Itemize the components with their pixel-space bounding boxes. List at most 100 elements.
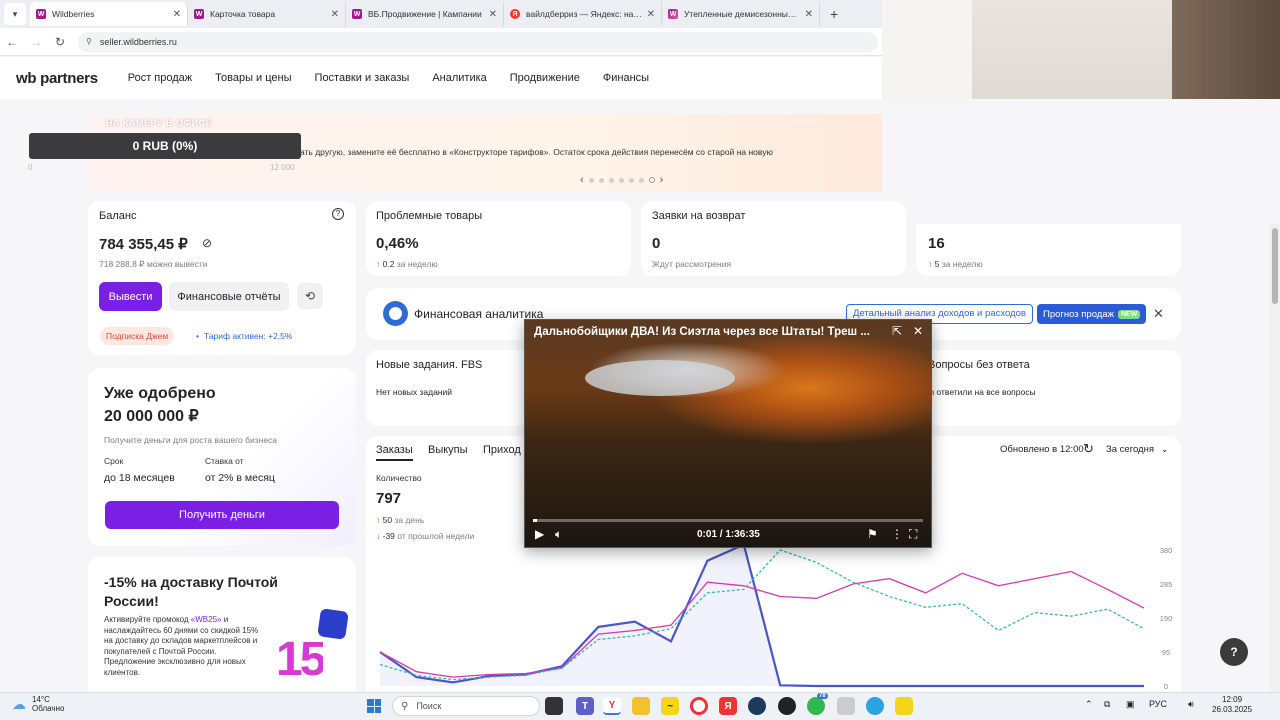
browser-tab[interactable]: W ВБ.Продвижение | Кампании ✕ <box>346 2 504 26</box>
play-icon[interactable]: ▶ <box>535 527 544 541</box>
subscription-badge[interactable]: Подписка Джем <box>100 327 175 345</box>
tariff-status[interactable]: • Тариф активен: +2,5% <box>190 327 298 345</box>
whatsapp-icon[interactable]: 78 <box>807 693 828 715</box>
volume-tray-icon[interactable]: 🔊︎ <box>1188 699 1194 710</box>
weather-widget[interactable]: ☁ 14°C Облачно <box>12 695 64 713</box>
help-button[interactable]: ? <box>1220 638 1248 666</box>
app-icon[interactable] <box>778 697 796 715</box>
tray-chevron-icon[interactable]: ⌃ <box>1085 699 1093 710</box>
withdraw-button[interactable]: Вывести <box>99 282 162 311</box>
browser-tab[interactable]: W Утепленные демисезонные кр ✕ <box>662 2 820 26</box>
day-delta: ↑ 50 за день <box>376 515 424 525</box>
scrollbar-thumb[interactable] <box>1272 228 1278 304</box>
new-tab-plus-icon[interactable]: + <box>830 6 838 22</box>
help-circle-icon[interactable]: ? <box>332 208 344 220</box>
refresh-icon[interactable]: ↻ <box>1083 441 1094 457</box>
tab-label: Утепленные демисезонные кр <box>684 9 801 19</box>
app-icon[interactable] <box>837 697 855 715</box>
page-scrollbar[interactable] <box>1270 224 1280 692</box>
task-view-icon[interactable] <box>545 697 563 715</box>
nav-finance[interactable]: Финансы <box>603 72 649 84</box>
nav-promotion[interactable]: Продвижение <box>510 72 580 84</box>
browser-tab[interactable]: W Карточка товара ✕ <box>188 2 346 26</box>
language-indicator[interactable]: РУС <box>1149 699 1167 709</box>
nav-analytics[interactable]: Аналитика <box>432 72 486 84</box>
returns-value: 0 <box>652 235 661 252</box>
loan-title-2: 20 000 000 ₽ <box>104 408 199 425</box>
sales-forecast-button[interactable]: Прогноз продаж NEW <box>1037 304 1147 324</box>
wildberries-favicon-icon: W <box>352 9 362 19</box>
fbs-sub: Нет новых заданий <box>376 387 452 397</box>
windows-start-icon[interactable] <box>367 699 381 713</box>
new-badge: NEW <box>1117 309 1141 319</box>
carousel-next-icon[interactable]: › <box>660 174 664 186</box>
wildberries-favicon-icon: W <box>194 9 204 19</box>
video-progress-bar[interactable] <box>533 519 923 522</box>
rub-tooltip: 0 RUB (0%) <box>29 133 301 159</box>
wb-partners-logo[interactable]: wb partners <box>16 70 98 87</box>
close-video-icon[interactable]: ✕ <box>913 324 923 338</box>
sales-forecast-label: Прогноз продаж <box>1043 308 1114 320</box>
yandex-icon[interactable]: Я <box>719 697 737 715</box>
url-field[interactable]: ⚲ seller.wildberries.ru <box>78 31 878 52</box>
chrome-icon[interactable] <box>690 697 708 715</box>
carousel-prev-icon[interactable]: ‹ <box>580 174 584 186</box>
qty-value: 797 <box>376 490 402 507</box>
more-vertical-icon[interactable]: ⋮ <box>891 527 903 541</box>
carousel-dot[interactable] <box>628 177 634 183</box>
tray-app-icon[interactable]: ▣ <box>1126 699 1135 710</box>
nav-supplies-orders[interactable]: Поставки и заказы <box>315 72 410 84</box>
tab-income[interactable]: Приход <box>483 444 521 456</box>
history-icon[interactable]: ⟲ <box>297 283 323 309</box>
close-tab-icon[interactable]: ✕ <box>647 9 655 20</box>
carousel-dot[interactable] <box>618 177 624 183</box>
tab-list-chevron-icon[interactable]: ▾ <box>4 3 26 25</box>
address-bar: ← → ↻ ⚲ seller.wildberries.ru <box>0 28 882 56</box>
y-tick-label: 0 <box>1164 682 1168 690</box>
tray-app-icon[interactable]: ⧉ <box>1104 699 1110 710</box>
fullscreen-icon[interactable]: ⛶ <box>909 527 917 542</box>
video-popup[interactable]: Дальнобойщики ДВА! Из Сиэтла через все Ш… <box>524 319 932 548</box>
browser-tab[interactable]: Я вайлдберриз — Яндекс: нашл ✕ <box>504 2 662 26</box>
carousel-dot[interactable] <box>598 177 604 183</box>
file-explorer-icon[interactable] <box>632 697 650 715</box>
taskbar-search[interactable]: ⚲ Поиск <box>392 696 540 716</box>
app-icon[interactable]: ~ <box>661 697 679 715</box>
close-tab-icon[interactable]: ✕ <box>331 9 339 20</box>
reload-icon[interactable]: ↻ <box>48 35 72 49</box>
banner-carousel: ‹ › <box>580 174 663 186</box>
browser-tab[interactable]: W Wildberries ✕ <box>30 2 188 26</box>
questions-title: Вопросы без ответа <box>928 359 1030 371</box>
carousel-dot-active[interactable] <box>648 177 655 183</box>
carousel-dot[interactable] <box>638 177 644 183</box>
close-tab-icon[interactable]: ✕ <box>805 9 813 20</box>
app-icon[interactable] <box>895 697 913 715</box>
bookmark-icon[interactable]: ⚑ <box>867 527 878 541</box>
site-info-icon[interactable]: ⚲ <box>86 37 92 46</box>
system-clock[interactable]: 12:09 26.03.2025 <box>1212 695 1252 715</box>
back-arrow-icon[interactable]: ← <box>0 35 24 49</box>
tab-orders[interactable]: Заказы <box>376 444 413 461</box>
teams-icon[interactable]: T <box>576 697 594 715</box>
telegram-icon[interactable] <box>866 697 884 715</box>
carousel-dot[interactable] <box>608 177 614 183</box>
volume-icon[interactable]: 🔈︎ <box>555 527 562 542</box>
nav-growth[interactable]: Рост продаж <box>128 72 192 84</box>
yandex-browser-icon[interactable]: Y <box>603 697 621 715</box>
delta-suffix: за неделю <box>941 259 983 269</box>
close-tab-icon[interactable]: ✕ <box>489 9 497 20</box>
get-money-button[interactable]: Получить деньги <box>105 501 339 529</box>
close-icon[interactable]: ✕ <box>1153 306 1164 322</box>
pop-out-icon[interactable]: ⇱ <box>892 324 902 338</box>
hide-eye-icon[interactable]: ⊘ <box>202 236 212 250</box>
carousel-dot[interactable] <box>588 177 594 183</box>
clock-date: 26.03.2025 <box>1212 705 1253 714</box>
close-tab-icon[interactable]: ✕ <box>173 9 181 20</box>
steam-icon[interactable] <box>748 697 766 715</box>
period-select[interactable]: За сегодня ⌄ <box>1106 444 1169 455</box>
tab-buyouts[interactable]: Выкупы <box>428 444 468 456</box>
forward-arrow-icon[interactable]: → <box>24 35 48 49</box>
financial-reports-button[interactable]: Финансовые отчёты <box>169 282 289 311</box>
weather-desc: Облачно <box>32 704 65 713</box>
nav-goods-prices[interactable]: Товары и цены <box>215 72 291 84</box>
